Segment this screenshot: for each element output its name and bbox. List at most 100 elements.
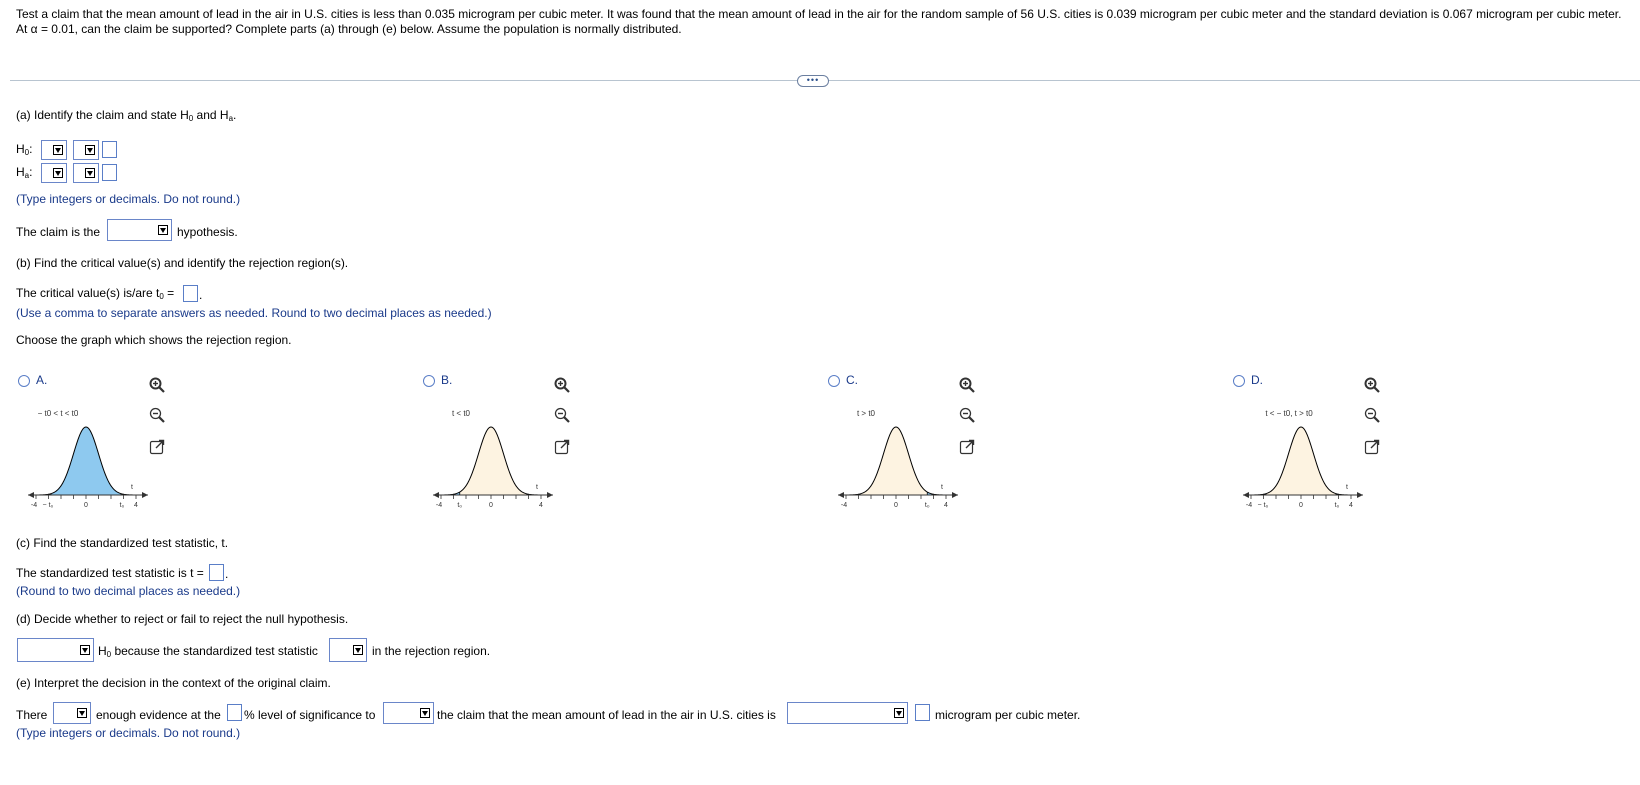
part-b-hint: (Use a comma to separate answers as need…	[16, 306, 492, 320]
zoom-out-icon[interactable]	[1363, 406, 1381, 424]
choose-graph-text: Choose the graph which shows the rejecti…	[16, 333, 292, 347]
critical-value-input[interactable]	[183, 285, 198, 302]
graph-option-a[interactable]: A. -4 4 t − t₀ 0 t₀ − t0 < t < t0	[16, 368, 406, 518]
tick-label-4: 4	[134, 502, 138, 509]
tick-label-0: 0	[1299, 502, 1303, 509]
part-c-title: (c) Find the standardized test statistic…	[16, 536, 229, 550]
ha-value-input[interactable]	[102, 164, 117, 181]
part-b-title: (b) Find the critical value(s) and ident…	[16, 256, 349, 270]
h0-value-input[interactable]	[102, 141, 117, 158]
axis-arrow-right	[547, 492, 553, 498]
axis-arrow-left	[838, 492, 844, 498]
part-c-hint: (Round to two decimal places as needed.)	[16, 584, 241, 598]
significance-level-input[interactable]	[227, 704, 242, 721]
tick-label-t0: t₀	[120, 502, 125, 509]
zoom-in-icon[interactable]	[553, 376, 571, 394]
tick-label-neg4: -4	[31, 502, 37, 509]
there-text: There	[16, 708, 48, 722]
ha-label: Ha:	[16, 165, 33, 180]
tick-label-t0: t₀	[925, 502, 930, 509]
ha-operator-dropdown[interactable]	[73, 163, 99, 183]
claim-value-input[interactable]	[915, 704, 930, 721]
rejection-region-graph: -4 4 t t₀ 0 t < t0	[433, 409, 553, 509]
critical-period: .	[199, 288, 203, 302]
radio-option-d[interactable]	[1233, 375, 1245, 387]
tick-label-neg4: -4	[436, 502, 442, 509]
h0-variable-dropdown[interactable]	[41, 140, 67, 160]
claim-suffix: hypothesis.	[177, 225, 238, 239]
axis-arrow-right	[952, 492, 958, 498]
graph-option-b[interactable]: B. -4 4 t t₀ 0 t < t0	[421, 368, 811, 518]
curve-area	[1251, 427, 1351, 495]
expand-icon[interactable]	[1363, 438, 1381, 456]
region-condition-label: t > t0	[857, 409, 876, 418]
part-a-hint: (Type integers or decimals. Do not round…	[16, 192, 241, 206]
zoom-in-icon[interactable]	[148, 376, 166, 394]
support-reject-dropdown[interactable]	[383, 702, 434, 724]
tick-label-t0: t₀	[1335, 502, 1340, 509]
expand-icon[interactable]	[148, 438, 166, 456]
part-e-hint: (Type integers or decimals. Do not round…	[16, 726, 241, 740]
claim-hypothesis-dropdown[interactable]	[107, 219, 172, 241]
expand-icon[interactable]	[958, 438, 976, 456]
decision-text: H0 because the standardized test statist…	[98, 644, 318, 659]
zoom-in-icon[interactable]	[1363, 376, 1381, 394]
graph-option-d[interactable]: D. -4 4 t − t₀ 0 t₀ t < − t0, t > t0	[1231, 368, 1621, 518]
reject-decision-dropdown[interactable]	[17, 638, 94, 662]
curve-area	[846, 427, 946, 495]
rejection-region-graph: -4 4 t 0 t₀ t > t0	[838, 409, 958, 509]
tick-label-neg-t0: − t₀	[43, 502, 54, 509]
region-condition-label: t < t0	[452, 409, 471, 418]
zoom-out-icon[interactable]	[958, 406, 976, 424]
axis-variable-label: t	[1346, 484, 1348, 491]
tick-label-neg4: -4	[1246, 502, 1252, 509]
tick-label-t0: t₀	[457, 502, 462, 509]
claim-prefix: The claim is the	[16, 225, 101, 239]
part-a-title: (a) Identify the claim and state H0 and …	[16, 108, 237, 123]
enough-evidence-text: enough evidence at the	[96, 708, 221, 722]
critical-value-label: The critical value(s) is/are t0 =	[16, 286, 175, 301]
question-text: Test a claim that the mean amount of lea…	[16, 7, 1622, 36]
rejection-region-graph: -4 4 t − t₀ 0 t₀ t < − t0, t > t0	[1243, 409, 1363, 509]
region-condition-label: t < − t0, t > t0	[1265, 409, 1313, 418]
tick-label-neg-t0: − t₀	[1258, 502, 1269, 509]
tick-label-4: 4	[539, 502, 543, 509]
radio-option-a[interactable]	[18, 375, 30, 387]
part-d-title: (d) Decide whether to reject or fail to …	[16, 612, 349, 626]
graph-option-c[interactable]: C. -4 4 t 0 t₀ t > t0	[826, 368, 1216, 518]
tick-label-0: 0	[84, 502, 88, 509]
more-button[interactable]: •••	[797, 75, 829, 87]
part-e-title: (e) Interpret the decision in the contex…	[16, 676, 331, 690]
axis-arrow-left	[1243, 492, 1249, 498]
option-label-c: C.	[846, 373, 858, 387]
tick-label-neg4: -4	[841, 502, 847, 509]
is-isnt-dropdown[interactable]	[53, 702, 91, 724]
option-label-b: B.	[441, 373, 453, 387]
axis-arrow-right	[1357, 492, 1363, 498]
ha-variable-dropdown[interactable]	[41, 163, 67, 183]
zoom-out-icon[interactable]	[148, 406, 166, 424]
radio-option-c[interactable]	[828, 375, 840, 387]
axis-arrow-left	[28, 492, 34, 498]
curve-area	[441, 427, 541, 495]
axis-variable-label: t	[941, 484, 943, 491]
tick-label-0: 0	[894, 502, 898, 509]
option-label-d: D.	[1251, 373, 1263, 387]
test-statistic-label: The standardized test statistic is t =	[16, 566, 204, 580]
significance-text: % level of significance to	[244, 708, 376, 722]
tick-label-4: 4	[944, 502, 948, 509]
expand-icon[interactable]	[553, 438, 571, 456]
test-statistic-input[interactable]	[209, 564, 224, 581]
option-label-a: A.	[36, 373, 48, 387]
radio-option-b[interactable]	[423, 375, 435, 387]
claim-comparison-dropdown[interactable]	[787, 702, 908, 724]
axis-variable-label: t	[131, 484, 133, 491]
is-in-region-dropdown[interactable]	[329, 638, 367, 662]
h0-label: H0:	[16, 142, 33, 157]
h0-operator-dropdown[interactable]	[73, 140, 99, 160]
zoom-in-icon[interactable]	[958, 376, 976, 394]
region-condition-label: − t0 < t < t0	[38, 409, 79, 418]
zoom-out-icon[interactable]	[553, 406, 571, 424]
claim-context-text: the claim that the mean amount of lead i…	[437, 708, 776, 722]
test-statistic-period: .	[225, 567, 229, 581]
